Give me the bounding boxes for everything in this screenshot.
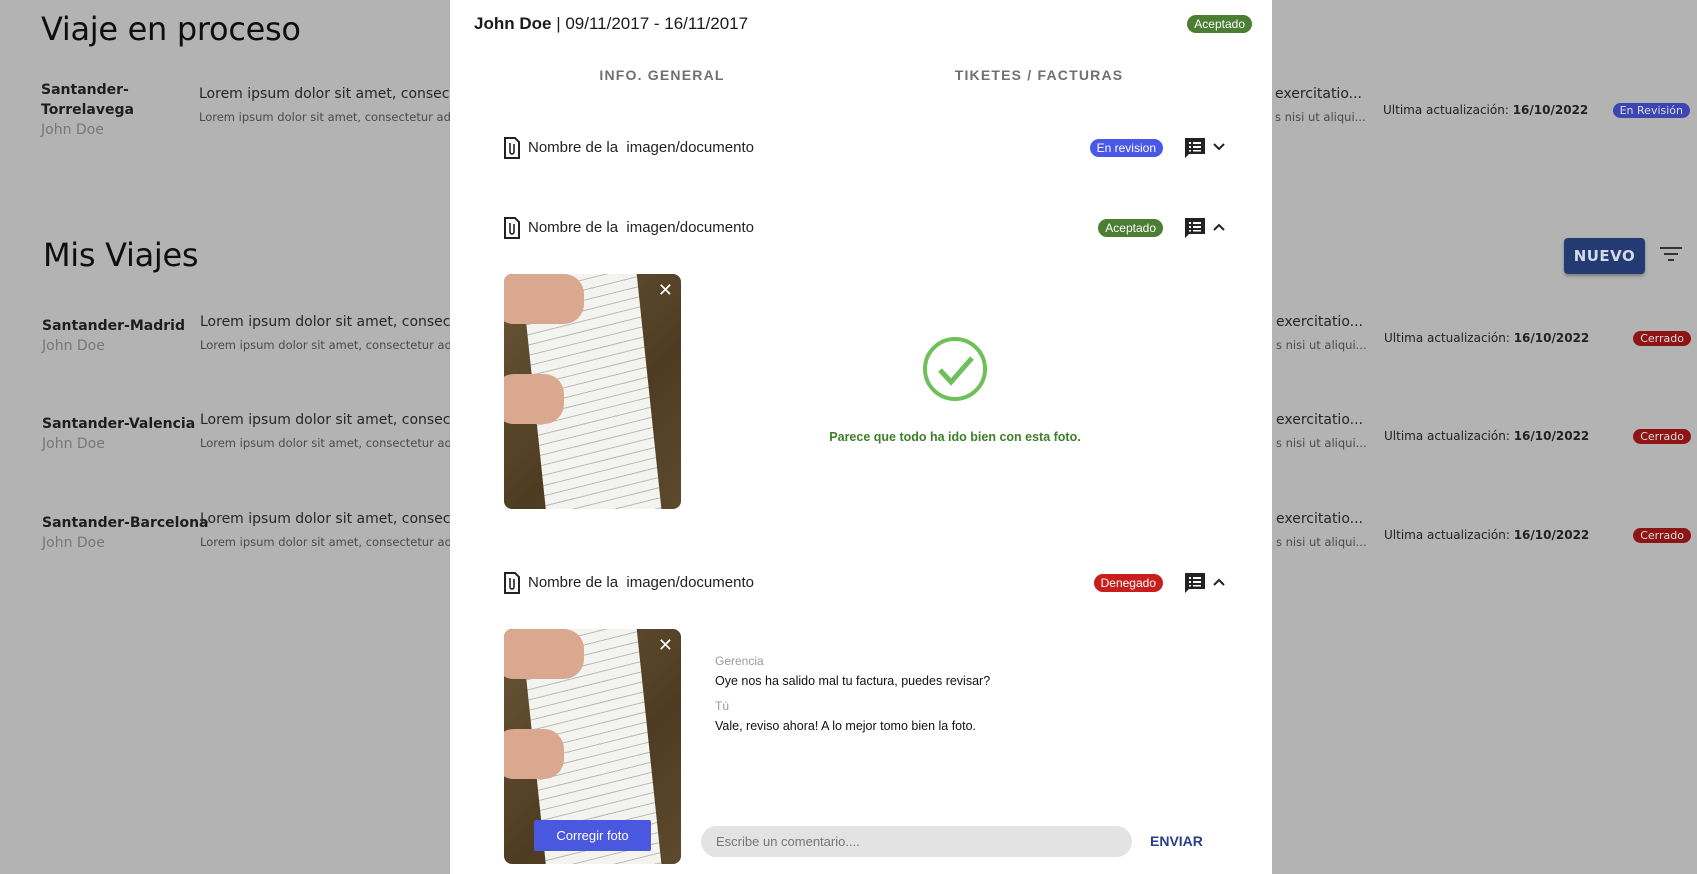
trip-description: Lorem ipsum dolor sit amet, consectet Lor… (200, 412, 471, 450)
trip-description: Lorem ipsum dolor sit amet, consectet Lor… (200, 314, 471, 352)
document-item[interactable]: Nombre de la imagen/documento En revisio… (490, 134, 1240, 162)
modal-user: John Doe (474, 14, 552, 33)
in-progress-title: Viaje en proceso (41, 10, 301, 48)
trip-route-cell[interactable]: Santander-Torrelavega John Doe (41, 80, 181, 138)
trip-description-tail: exercitatio... s nisi ut aliqui... (1276, 511, 1367, 549)
trip-updated: Ultima actualización: 16/10/2022 (1384, 528, 1590, 542)
close-icon[interactable]: ✕ (658, 635, 673, 656)
trip-description-tail: exercitatio... s nisi ut aliqui... (1276, 314, 1367, 352)
comments-thread: Gerencia Oye nos ha salido mal tu factur… (715, 654, 990, 733)
trip-route: Santander-Madrid (42, 318, 185, 334)
receipt-photo[interactable]: ✕ Corregir foto (504, 629, 681, 864)
send-button[interactable]: ENVIAR (1150, 833, 1203, 849)
status-badge: Cerrado (1633, 331, 1691, 346)
trip-user: John Doe (41, 122, 104, 138)
trip-description-tail: exercitatio... s nisi ut aliqui... (1275, 86, 1366, 124)
comment-text: Vale, reviso ahora! A lo mejor tomo bien… (715, 719, 977, 733)
success-message: Parece que todo ha ido bien con esta fot… (829, 430, 1081, 444)
chevron-up-icon[interactable] (1212, 222, 1226, 232)
trip-route-cell[interactable]: Santander-Barcelona John Doe (42, 513, 208, 551)
trip-detail-modal: John Doe | 09/11/2017 - 16/11/2017 Acept… (450, 0, 1272, 874)
document-name: Nombre de la imagen/documento (528, 219, 754, 236)
attachment-file-icon (504, 137, 520, 159)
comment-text: Oye nos ha salido mal tu factura, puedes… (715, 674, 991, 688)
comments-icon[interactable] (1184, 137, 1206, 159)
attachment-file-icon (504, 572, 520, 594)
comment-input[interactable] (701, 826, 1132, 857)
trip-description: Lorem ipsum dolor sit amet, consectet Lor… (200, 511, 471, 549)
trip-user: John Doe (42, 338, 105, 354)
trip-updated: Ultima actualización: 16/10/2022 (1384, 429, 1590, 443)
comments-icon[interactable] (1184, 217, 1206, 239)
check-circle-icon (923, 337, 987, 401)
trip-route-cell[interactable]: Santander-Madrid John Doe (42, 316, 185, 354)
document-status-badge: Aceptado (1098, 219, 1163, 237)
status-badge: Cerrado (1633, 429, 1691, 444)
trip-updated: Ultima actualización: 16/10/2022 (1383, 103, 1589, 117)
comment-author: Gerencia (715, 654, 764, 668)
new-trip-button[interactable]: NUEVO (1564, 238, 1645, 274)
comments-icon[interactable] (1184, 572, 1206, 594)
document-name: Nombre de la imagen/documento (528, 574, 754, 591)
document-status-badge: En revision (1089, 139, 1163, 157)
my-trips-title: Mis Viajes (43, 236, 199, 274)
trip-updated: Ultima actualización: 16/10/2022 (1384, 331, 1590, 345)
document-status-badge: Denegado (1093, 574, 1163, 592)
trip-route: Santander-Torrelavega (41, 82, 134, 118)
trip-route: Santander-Valencia (42, 416, 196, 432)
trip-description-tail: exercitatio... s nisi ut aliqui... (1276, 412, 1367, 450)
trip-user: John Doe (42, 436, 105, 452)
trip-user: John Doe (42, 535, 105, 551)
chevron-down-icon[interactable] (1212, 142, 1226, 152)
status-badge: En Revisión (1612, 103, 1690, 118)
fix-photo-button[interactable]: Corregir foto (534, 820, 651, 851)
modal-dates: 09/11/2017 - 16/11/2017 (565, 14, 749, 33)
comment-author: Tú (715, 699, 730, 713)
filter-icon[interactable] (1660, 246, 1682, 262)
trip-status-badge: Aceptado (1187, 15, 1252, 33)
modal-header: John Doe | 09/11/2017 - 16/11/2017 (474, 14, 749, 33)
document-item[interactable]: Nombre de la imagen/documento Denegado (490, 569, 1240, 597)
attachment-file-icon (504, 217, 520, 239)
receipt-photo[interactable]: ✕ (504, 274, 681, 509)
document-item[interactable]: Nombre de la imagen/documento Aceptado (490, 214, 1240, 242)
trip-route-cell[interactable]: Santander-Valencia John Doe (42, 414, 195, 452)
status-badge: Cerrado (1633, 528, 1691, 543)
trip-description: Lorem ipsum dolor sit amet, consectet Lor… (199, 86, 470, 124)
trip-route: Santander-Barcelona (42, 515, 209, 531)
document-name: Nombre de la imagen/documento (528, 139, 754, 156)
chevron-up-icon[interactable] (1212, 577, 1226, 587)
close-icon[interactable]: ✕ (658, 280, 673, 301)
